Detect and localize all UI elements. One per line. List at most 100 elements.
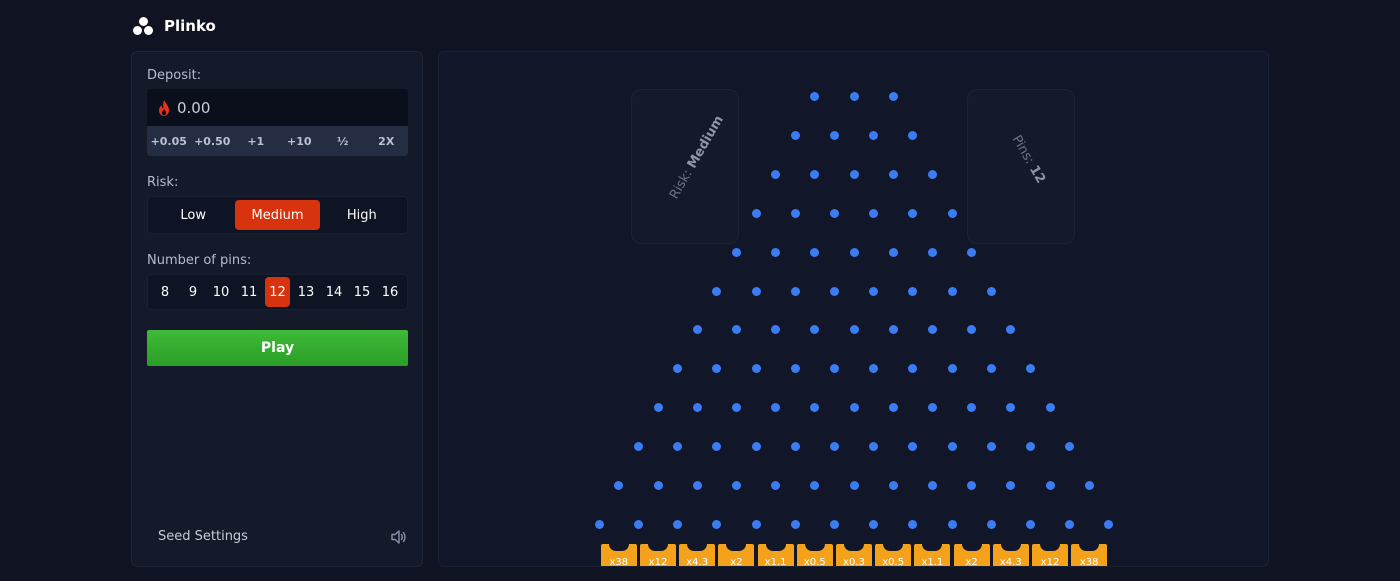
peg: [751, 208, 761, 218]
peg: [1006, 325, 1016, 335]
peg: [908, 364, 918, 374]
half-button[interactable]: ½: [321, 126, 365, 156]
pins-16-button[interactable]: 16: [376, 277, 404, 307]
peg: [810, 325, 820, 335]
pins-label: Number of pins:: [147, 253, 252, 268]
peg: [712, 519, 722, 529]
multiplier-label: x0.5: [803, 557, 826, 567]
multiplier-label: x4.3: [686, 557, 709, 567]
risk-info-value: Medium: [684, 113, 727, 172]
peg: [692, 481, 702, 490]
peg: [888, 169, 898, 179]
peg: [614, 481, 624, 490]
peg: [1065, 519, 1075, 529]
risk-label: Risk:: [147, 175, 179, 190]
peg: [790, 364, 800, 374]
peg: [594, 519, 604, 529]
peg: [986, 286, 996, 296]
peg: [731, 325, 741, 335]
peg: [947, 208, 957, 218]
peg: [927, 169, 937, 179]
plinko-logo-icon: [132, 15, 154, 37]
speaker-icon[interactable]: [390, 529, 408, 545]
peg: [829, 208, 839, 218]
deposit-label: Deposit:: [147, 68, 202, 83]
peg: [888, 247, 898, 257]
peg: [751, 364, 761, 374]
peg: [771, 169, 781, 179]
multiplier-label: x38: [609, 557, 629, 567]
multiplier-label: x0.3: [843, 557, 865, 567]
peg: [849, 403, 859, 413]
double-button[interactable]: 2X: [365, 126, 409, 156]
peg: [731, 481, 741, 490]
peg: [869, 364, 879, 374]
peg: [790, 130, 800, 140]
play-button[interactable]: Play: [147, 330, 408, 366]
pins-11-button[interactable]: 11: [235, 277, 263, 307]
risk-info-prefix: Risk:: [666, 167, 696, 202]
quick-amount-row: +0.05 +0.50 +1 +10 ½ 2X: [147, 126, 408, 156]
pins-info-prefix: Pins:: [1008, 132, 1037, 167]
quick-add-10-button[interactable]: +10: [278, 126, 322, 156]
quick-add-0-50-button[interactable]: +0.50: [191, 126, 235, 156]
multiplier-label: x4.3: [999, 557, 1022, 567]
peg: [829, 286, 839, 296]
peg: [967, 325, 977, 335]
peg: [927, 481, 937, 490]
risk-info-tag: Risk: Medium: [667, 113, 727, 202]
multiplier-bucket: x38: [1071, 544, 1108, 566]
risk-medium-button[interactable]: Medium: [235, 200, 320, 230]
pins-12-button[interactable]: 12: [265, 277, 290, 307]
peg: [849, 169, 859, 179]
peg: [633, 519, 643, 529]
multiplier-bucket: x38: [600, 544, 637, 567]
deposit-input[interactable]: 0.00: [147, 89, 408, 126]
peg: [908, 130, 918, 140]
peg: [692, 325, 702, 335]
peg: [927, 247, 937, 257]
peg: [869, 442, 879, 452]
deposit-value: 0.00: [177, 98, 211, 117]
pins-info-tag: Pins: 12: [1009, 133, 1048, 186]
peg: [908, 286, 918, 296]
pins-15-button[interactable]: 15: [348, 277, 376, 307]
pins-8-button[interactable]: 8: [151, 277, 179, 307]
multiplier-bucket: x4.3: [679, 544, 716, 567]
peg: [829, 364, 839, 374]
risk-high-button[interactable]: High: [320, 200, 404, 230]
peg: [1006, 403, 1016, 413]
pins-10-button[interactable]: 10: [207, 277, 235, 307]
peg: [712, 364, 722, 374]
peg: [947, 519, 957, 529]
quick-add-1-button[interactable]: +1: [234, 126, 278, 156]
peg: [653, 403, 663, 413]
peg: [888, 325, 898, 335]
peg: [927, 403, 937, 413]
peg: [947, 442, 957, 452]
peg: [633, 442, 643, 452]
peg: [1084, 481, 1094, 490]
peg: [1104, 519, 1114, 529]
peg: [810, 169, 820, 179]
peg: [712, 286, 722, 296]
peg: [829, 130, 839, 140]
peg: [908, 442, 918, 452]
peg: [771, 325, 781, 335]
peg: [771, 403, 781, 413]
bet-controls-panel: Deposit: 0.00 +0.05 +0.50 +1 +10 ½ 2X Ri…: [131, 51, 423, 567]
peg: [967, 247, 977, 257]
risk-info-panel: Risk: Medium: [631, 89, 739, 244]
peg: [692, 403, 702, 413]
pins-13-button[interactable]: 13: [292, 277, 320, 307]
multiplier-bucket: x1.1: [914, 544, 951, 566]
seed-settings-link[interactable]: Seed Settings: [158, 529, 248, 544]
multiplier-bucket: x2: [718, 544, 755, 566]
pins-9-button[interactable]: 9: [179, 277, 207, 307]
risk-low-button[interactable]: Low: [151, 200, 235, 230]
multiplier-bucket: x2: [953, 544, 990, 566]
plinko-board: Risk: Medium Pins: 12 x38 x12 x4.3 x2 x1.1 x0…: [438, 51, 1269, 567]
pins-14-button[interactable]: 14: [320, 277, 348, 307]
quick-add-0-05-button[interactable]: +0.05: [147, 126, 191, 156]
peg: [751, 519, 761, 529]
